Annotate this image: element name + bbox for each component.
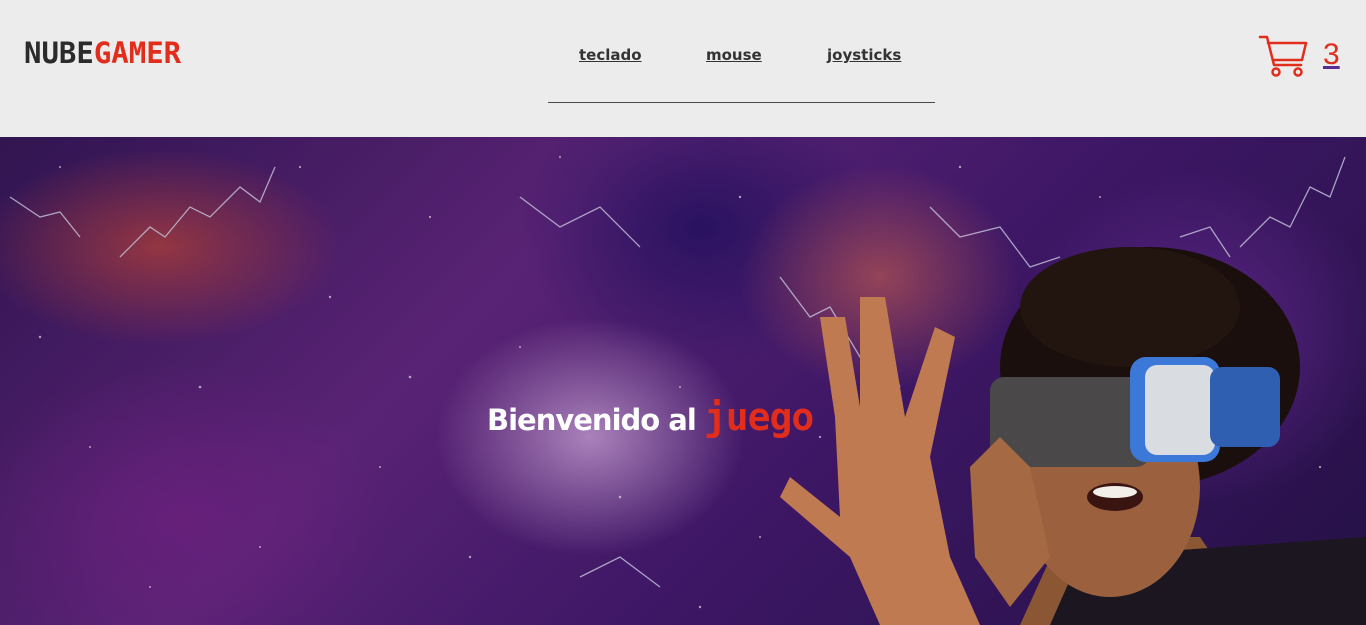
logo-part-nube: NUBE (24, 36, 94, 70)
nav-link-teclado[interactable]: teclado (579, 46, 642, 64)
hero-highlight-text: juego (703, 395, 814, 439)
main-nav: teclado mouse joysticks (548, 40, 935, 103)
nav-link-mouse[interactable]: mouse (706, 46, 762, 64)
logo-part-gamer: GAMER (93, 36, 182, 70)
hero-banner: Bienvenido al juego (0, 137, 1366, 625)
cart-icon (1258, 35, 1308, 77)
hero-welcome-text: Bienvenido al (487, 403, 697, 437)
site-header: NUBEGAMER teclado mouse joysticks 3 (0, 0, 1366, 137)
vr-person-image (780, 247, 1366, 625)
cart-count[interactable]: 3 (1323, 36, 1340, 74)
logo[interactable]: NUBEGAMER (24, 37, 181, 69)
hero-heading: Bienvenido al juego (487, 395, 814, 439)
cart-button[interactable]: 3 (1258, 34, 1348, 82)
nav-link-joysticks[interactable]: joysticks (827, 46, 901, 64)
